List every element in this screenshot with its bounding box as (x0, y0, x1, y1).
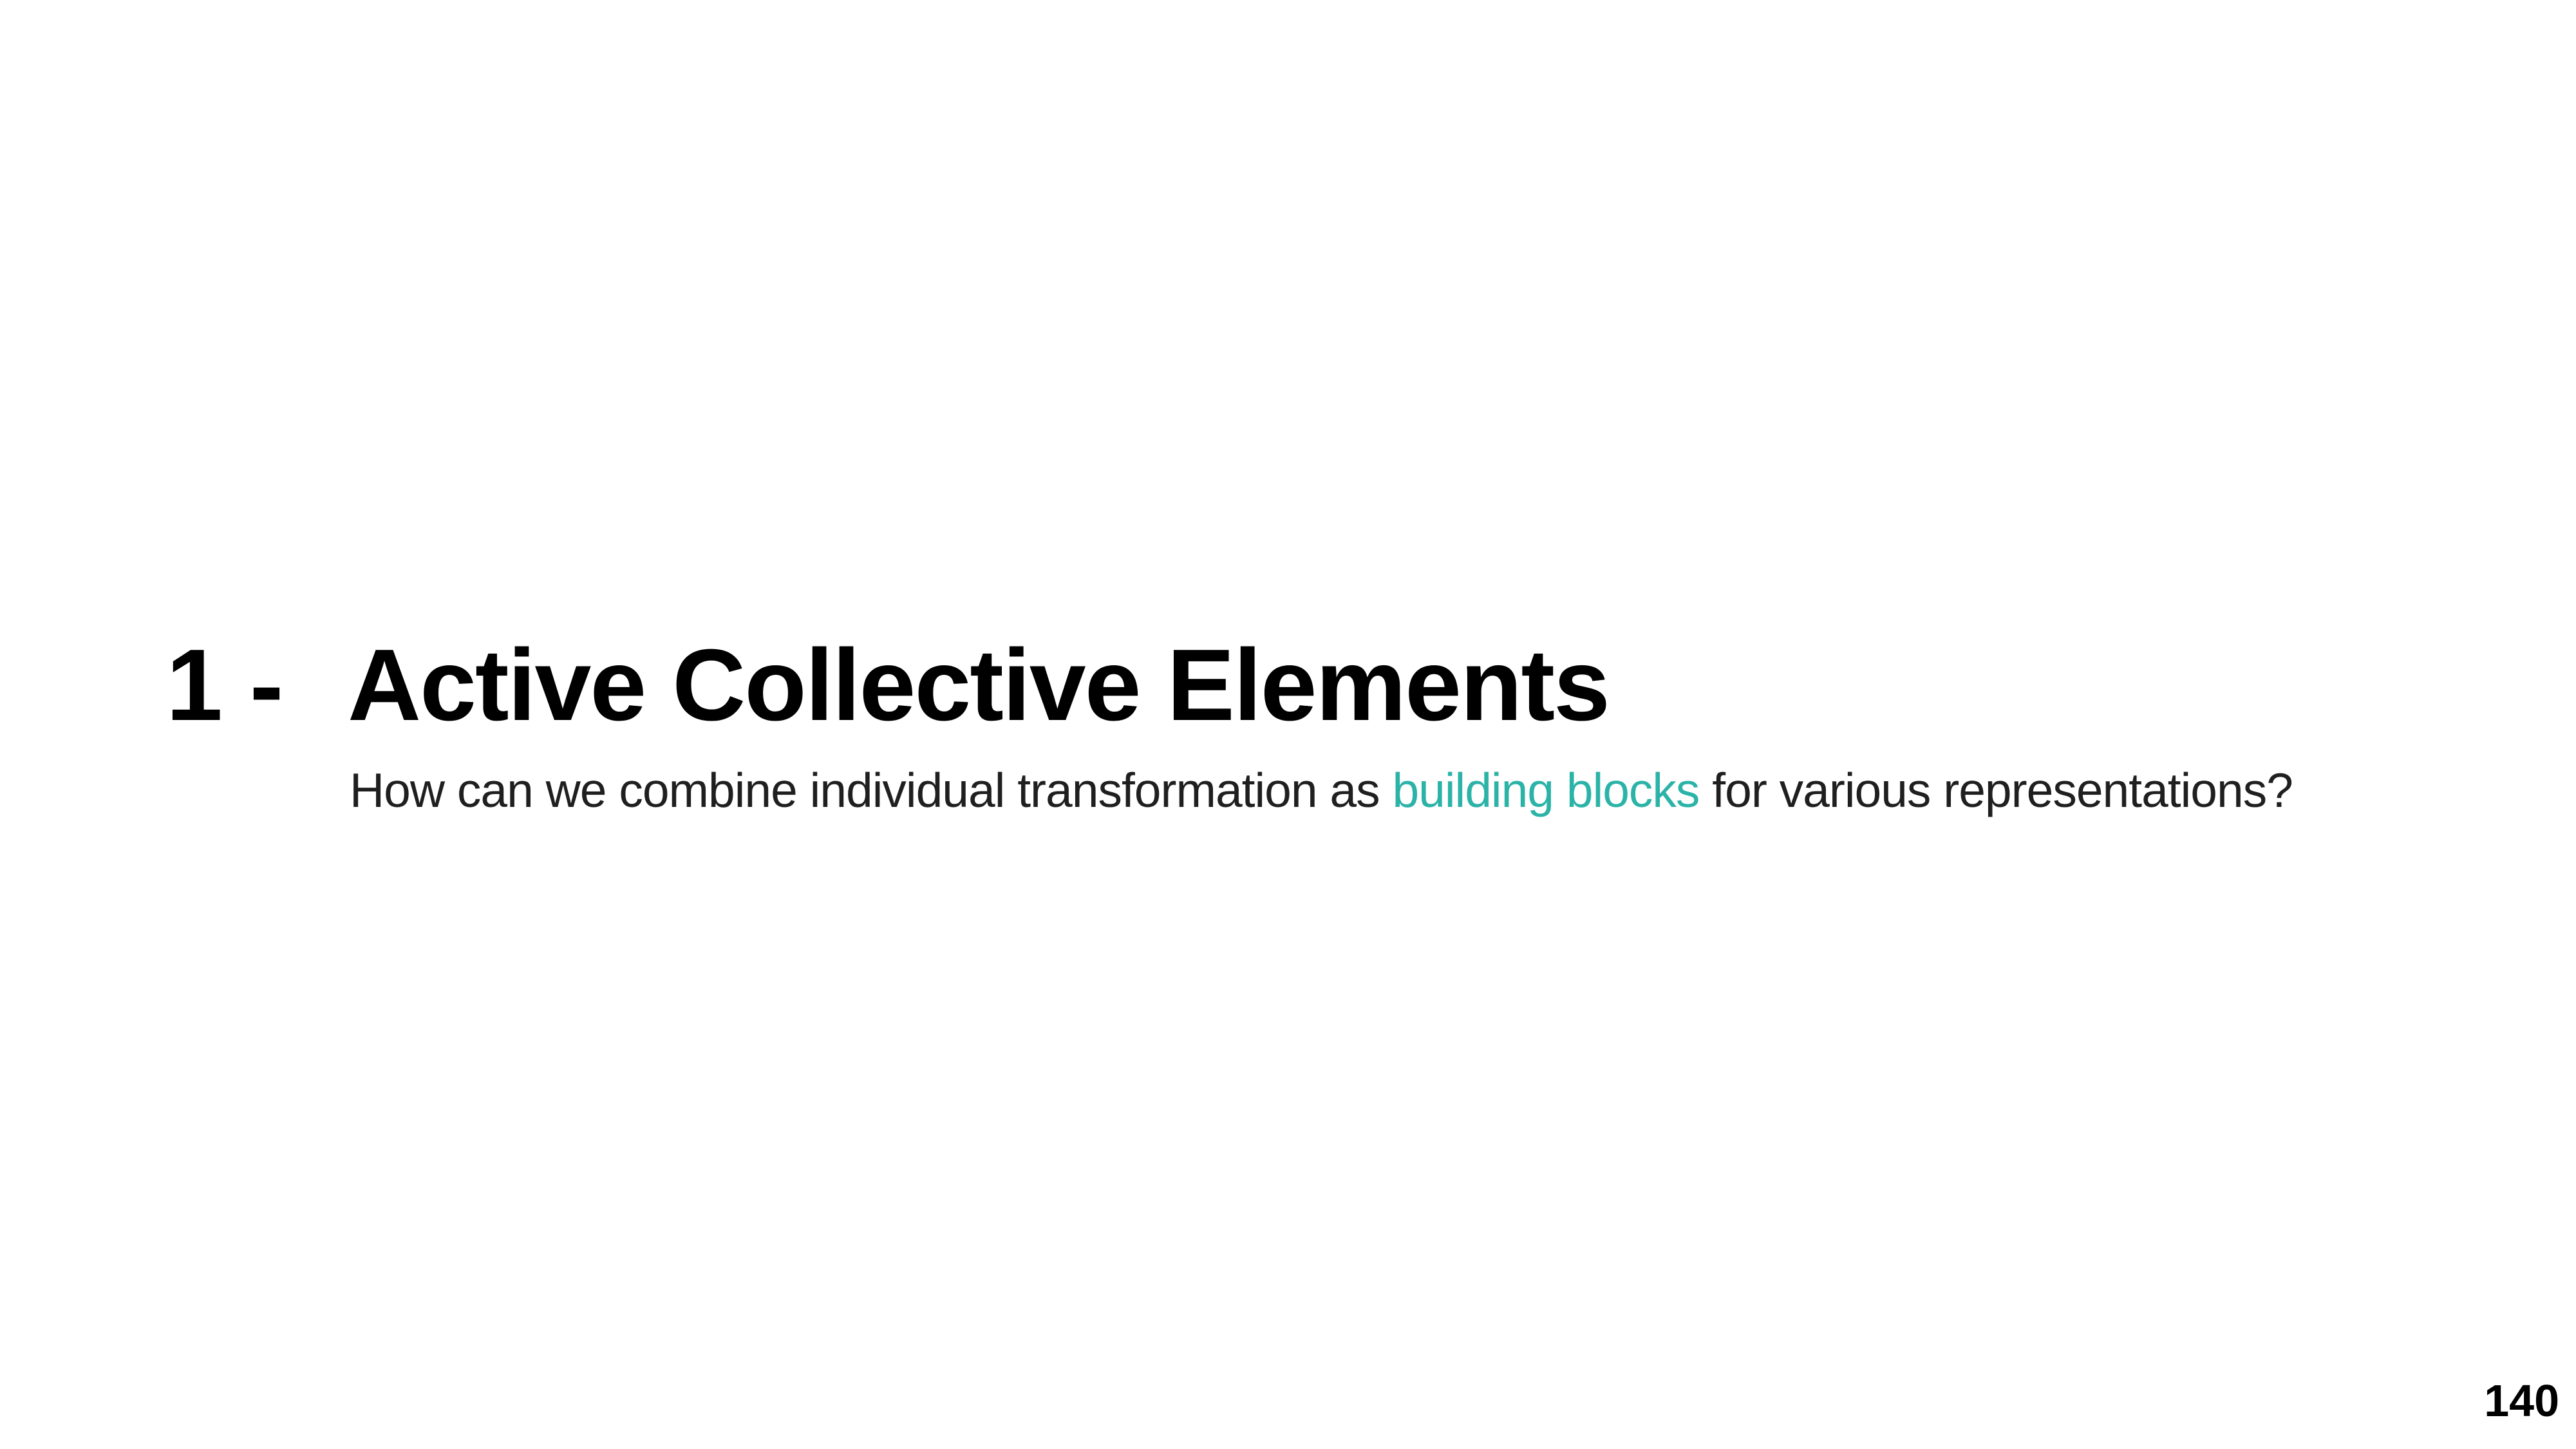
subtitle-text-before: How can we combine individual transforma… (350, 763, 1393, 817)
section-title: Active Collective Elements (348, 629, 1610, 742)
slide: 1 - Active Collective Elements How can w… (0, 0, 2576, 1449)
section-subtitle: How can we combine individual transforma… (350, 766, 2293, 815)
section-number: 1 - (166, 629, 283, 742)
page-number: 140 (2484, 1376, 2559, 1426)
subtitle-highlight: building blocks (1392, 763, 1700, 817)
subtitle-text-after: for various representations? (1699, 763, 2293, 817)
